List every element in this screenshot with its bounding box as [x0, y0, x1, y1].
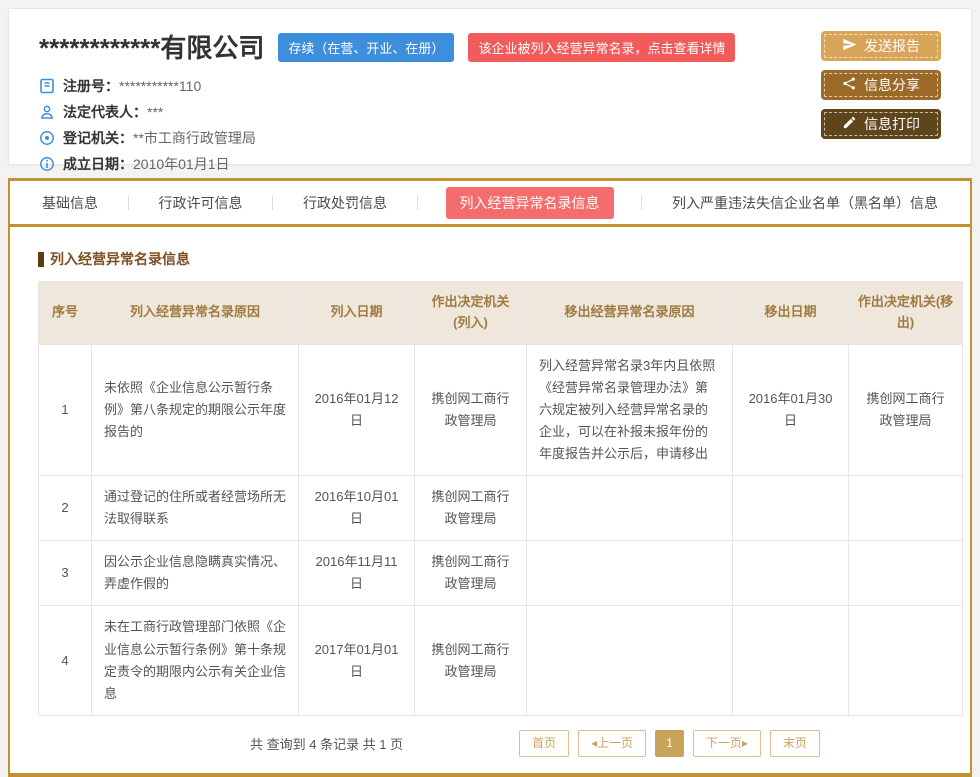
column-header: 移出经营异常名录原因 [527, 282, 733, 345]
page-number-button[interactable]: 1 [655, 730, 684, 757]
info-row-legal-person: 法定代表人： *** [39, 99, 941, 125]
first-page-button[interactable]: 首页 [519, 730, 569, 757]
info-value: 2010年01月1日 [133, 154, 230, 174]
share-info-button[interactable]: 信息分享 [821, 70, 941, 100]
info-label: 法定代表人： [63, 102, 147, 122]
registration-number-icon [39, 78, 55, 94]
company-info-list: 注册号： ***********110 法定代表人： *** 登记机关： **市… [39, 73, 941, 177]
tab-abnormal-list[interactable]: 列入经营异常名录信息 [446, 187, 614, 219]
table-header-row: 序号列入经营异常名录原因列入日期作出决定机关(列入)移出经营异常名录原因移出日期… [39, 282, 963, 345]
table-cell: 4 [39, 606, 92, 715]
table-cell [527, 541, 733, 606]
column-header: 作出决定机关(移出) [849, 282, 963, 345]
action-buttons: 发送报告 信息分享 信息打印 [821, 31, 941, 139]
send-report-label: 发送报告 [864, 36, 920, 56]
share-info-label: 信息分享 [864, 75, 920, 95]
table-cell: 携创网工商行政管理局 [415, 344, 527, 475]
column-header: 作出决定机关(列入) [415, 282, 527, 345]
registry-authority-icon [39, 130, 55, 146]
status-badge: 存续（在营、开业、在册） [278, 33, 454, 62]
table-cell [733, 541, 849, 606]
info-label: 登记机关： [63, 128, 133, 148]
table-cell: 2016年01月30日 [733, 344, 849, 475]
section-title-bar-icon [38, 252, 44, 267]
next-page-button[interactable]: 下一页▸ [693, 730, 761, 757]
section-title-row: 列入经营异常名录信息 [38, 249, 942, 269]
legal-person-icon [39, 104, 55, 120]
table-cell: 携创网工商行政管理局 [415, 606, 527, 715]
table-cell: 因公示企业信息隐瞒真实情况、弄虚作假的 [92, 541, 299, 606]
send-report-button[interactable]: 发送报告 [821, 31, 941, 61]
table-cell [733, 476, 849, 541]
table-cell [527, 606, 733, 715]
info-label: 注册号： [63, 76, 119, 96]
pagination: 首页 ◂上一页 1 下一页▸ 末页 [519, 730, 820, 757]
table-cell: 1 [39, 344, 92, 475]
company-name-row: ************有限公司 存续（在营、开业、在册） 该企业被列入经营异常… [39, 33, 941, 62]
table-row: 4未在工商行政管理部门依照《企业信息公示暂行条例》第十条规定责令的期限内公示有关… [39, 606, 963, 715]
last-page-button[interactable]: 末页 [770, 730, 820, 757]
table-row: 1未依照《企业信息公示暂行条例》第八条规定的期限公示年度报告的2016年01月1… [39, 344, 963, 475]
paper-plane-icon [842, 37, 857, 55]
tab-bar: 基础信息 行政许可信息 行政处罚信息 列入经营异常名录信息 列入严重违法失信企业… [10, 181, 970, 227]
info-label: 成立日期： [63, 154, 133, 174]
info-value: **市工商行政管理局 [133, 128, 256, 148]
table-cell [849, 476, 963, 541]
section-title: 列入经营异常名录信息 [50, 249, 190, 269]
panel-content: 列入经营异常名录信息 序号列入经营异常名录原因列入日期作出决定机关(列入)移出经… [10, 227, 970, 773]
info-row-registration: 注册号： ***********110 [39, 73, 941, 99]
company-header-card: ************有限公司 存续（在营、开业、在册） 该企业被列入经营异常… [8, 8, 972, 165]
table-cell [849, 541, 963, 606]
table-row: 2通过登记的住所或者经营场所无法取得联系2016年10月01日携创网工商行政管理… [39, 476, 963, 541]
info-row-registry-authority: 登记机关： **市工商行政管理局 [39, 125, 941, 151]
table-row: 3因公示企业信息隐瞒真实情况、弄虚作假的2016年11月11日携创网工商行政管理… [39, 541, 963, 606]
table-cell [849, 606, 963, 715]
table-cell: 2016年01月12日 [299, 344, 415, 475]
tab-basic-info[interactable]: 基础信息 [40, 187, 100, 219]
table-cell: 携创网工商行政管理局 [415, 541, 527, 606]
table-cell: 3 [39, 541, 92, 606]
table-cell: 2016年11月11日 [299, 541, 415, 606]
abnormal-list-table: 序号列入经营异常名录原因列入日期作出决定机关(列入)移出经营异常名录原因移出日期… [38, 281, 963, 716]
table-cell: 2016年10月01日 [299, 476, 415, 541]
tab-divider [417, 196, 418, 210]
table-cell: 列入经营异常名录3年内且依照《经营异常名录管理办法》第六规定被列入经营异常名录的… [527, 344, 733, 475]
table-cell: 通过登记的住所或者经营场所无法取得联系 [92, 476, 299, 541]
abnormal-alert-badge[interactable]: 该企业被列入经营异常名录，点击查看详情 [468, 33, 735, 62]
column-header: 序号 [39, 282, 92, 345]
tab-divider [272, 196, 273, 210]
table-cell: 携创网工商行政管理局 [849, 344, 963, 475]
detail-panel: 基础信息 行政许可信息 行政处罚信息 列入经营异常名录信息 列入严重违法失信企业… [8, 178, 972, 777]
establish-date-icon [39, 156, 55, 172]
info-value: ***********110 [119, 78, 201, 94]
tab-admin-penalty[interactable]: 行政处罚信息 [301, 187, 389, 219]
tab-admin-license[interactable]: 行政许可信息 [157, 187, 245, 219]
print-info-label: 信息打印 [864, 114, 920, 134]
table-cell: 2 [39, 476, 92, 541]
table-cell: 2017年01月01日 [299, 606, 415, 715]
tab-divider [641, 196, 642, 210]
table-cell: 携创网工商行政管理局 [415, 476, 527, 541]
tab-divider [128, 196, 129, 210]
info-row-establish-date: 成立日期： 2010年01月1日 [39, 151, 941, 177]
column-header: 列入经营异常名录原因 [92, 282, 299, 345]
table-cell: 未依照《企业信息公示暂行条例》第八条规定的期限公示年度报告的 [92, 344, 299, 475]
tab-blacklist[interactable]: 列入严重违法失信企业名单（黑名单）信息 [670, 187, 940, 219]
prev-page-button[interactable]: ◂上一页 [578, 730, 646, 757]
table-footer: 共 查询到 4 条记录 共 1 页 首页 ◂上一页 1 下一页▸ 末页 [38, 716, 942, 773]
table-cell [733, 606, 849, 715]
print-info-button[interactable]: 信息打印 [821, 109, 941, 139]
table-cell [527, 476, 733, 541]
column-header: 移出日期 [733, 282, 849, 345]
info-value: *** [147, 104, 163, 120]
company-name: ************有限公司 [39, 35, 264, 61]
share-nodes-icon [842, 76, 857, 94]
table-cell: 未在工商行政管理部门依照《企业信息公示暂行条例》第十条规定责令的期限内公示有关企… [92, 606, 299, 715]
column-header: 列入日期 [299, 282, 415, 345]
record-count: 共 查询到 4 条记录 共 1 页 [250, 734, 403, 753]
pencil-icon [842, 115, 857, 133]
